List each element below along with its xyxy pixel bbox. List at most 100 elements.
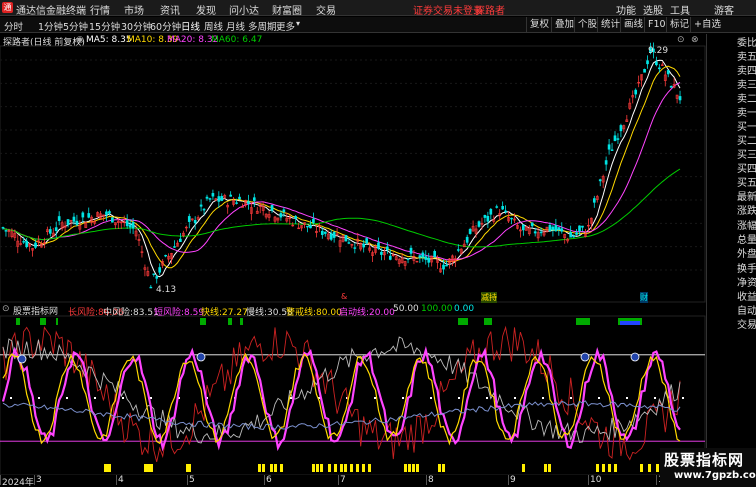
order-book-ask[interactable]: 卖三 (737, 80, 756, 91)
candle-body (569, 232, 572, 238)
date-label: 5 (189, 475, 195, 485)
signal-bar (350, 464, 353, 472)
candle-body (193, 220, 197, 224)
midline-dot (626, 397, 628, 399)
candle-body (669, 85, 673, 88)
stat-label[interactable]: 换手 (737, 264, 756, 275)
candle-body (202, 208, 206, 211)
watermark-url: www.7gpzb.com (674, 470, 756, 481)
candle-body (57, 216, 61, 221)
signal-bar (274, 464, 277, 472)
stat-label[interactable]: 总量 (737, 235, 756, 246)
midline-dot (598, 397, 600, 399)
order-ratio-label[interactable]: 委比 (737, 38, 756, 49)
indicator-settings-icon[interactable]: ⊙ (2, 304, 10, 314)
chart-canvas[interactable]: 9.008.508.007.507.006.506.005.505.004.50… (0, 0, 756, 487)
midline-dot (682, 397, 684, 399)
candle-body (456, 249, 460, 251)
event-marker-finance[interactable]: 财 (640, 292, 648, 303)
stat-label[interactable]: 收益 (737, 292, 756, 303)
signal-bar (312, 464, 315, 472)
indicator-item-label: 启动线: (339, 308, 370, 318)
candle-body (380, 251, 383, 255)
candle-body (205, 196, 209, 199)
candle-body (279, 213, 283, 218)
candle-body (386, 246, 389, 251)
date-label: 4 (118, 475, 124, 485)
candle-body (433, 251, 436, 258)
candle-body (365, 238, 368, 244)
candle-body (247, 201, 250, 204)
candle-body (501, 206, 504, 210)
candle-body (199, 204, 203, 207)
signal-bar (544, 464, 547, 472)
auto-trade-tab[interactable]: 自动 (737, 306, 756, 317)
order-book-bid[interactable]: 买一 (737, 122, 756, 133)
indicator-name: 股票指标网 (13, 307, 59, 317)
indicator-item: 短风险:8.59 (154, 305, 204, 318)
order-book-ask[interactable]: 卖五 (737, 52, 756, 63)
signal-bar (656, 464, 659, 472)
candle-body (607, 144, 611, 150)
stat-label[interactable]: 最新 (737, 192, 756, 203)
candle-body (554, 225, 558, 232)
ma60-line (2, 168, 681, 248)
order-book-ask[interactable]: 卖一 (737, 108, 756, 119)
date-tick (508, 475, 509, 485)
stat-label[interactable]: 涨幅 (737, 221, 756, 232)
order-book-bid[interactable]: 买四 (737, 164, 756, 175)
auto-trade-tab[interactable]: 交易 (737, 320, 756, 331)
order-book-bid[interactable]: 买三 (737, 150, 756, 161)
signal-bar (368, 464, 371, 472)
signal-bar (602, 464, 605, 472)
candle-body (164, 254, 167, 257)
stat-label[interactable]: 净资 (737, 278, 756, 289)
candle-body (34, 242, 37, 248)
candle-body (495, 206, 499, 208)
indicator-item-label: 长风险: (68, 308, 99, 318)
signal-bar (320, 464, 323, 472)
candle-body (578, 225, 581, 232)
candle-body (658, 67, 661, 70)
candle-body (362, 243, 366, 248)
candle-body (377, 242, 380, 249)
signal-block (240, 318, 243, 325)
candle-body (616, 138, 620, 140)
candle-body (643, 69, 646, 73)
order-book-ask[interactable]: 卖二 (737, 94, 756, 105)
candle-body (486, 215, 490, 222)
candle-body (128, 224, 132, 228)
midline-dot (486, 397, 488, 399)
indicator-extra-50: 50.00 (393, 304, 419, 314)
event-marker-reduce[interactable]: 减持 (481, 292, 497, 303)
event-marker-left[interactable]: & (341, 292, 347, 301)
candle-body (581, 225, 584, 228)
stat-label[interactable]: 涨跌 (737, 206, 756, 217)
indicator-item-label: 警戒线: (286, 308, 317, 318)
signal-bar (258, 464, 261, 472)
candle-body (270, 204, 274, 211)
candle-body (25, 240, 28, 248)
order-book-bid[interactable]: 买五 (737, 178, 756, 189)
date-tick (116, 475, 117, 485)
order-book-ask[interactable]: 卖四 (737, 66, 756, 77)
candle-body (646, 60, 649, 65)
candle-body (108, 211, 111, 214)
midline-dot (122, 397, 124, 399)
candle-body (252, 197, 256, 201)
candle-body (152, 273, 156, 275)
signal-bar (442, 464, 445, 472)
candle-body (179, 238, 182, 242)
signal-block (484, 318, 492, 325)
date-tick (34, 475, 35, 485)
main-chart-frame (0, 45, 706, 303)
candle-body (557, 227, 561, 230)
candle-body (238, 196, 241, 200)
signal-bar (404, 464, 407, 472)
date-label: 8 (428, 475, 434, 485)
candle-body (155, 276, 159, 279)
signal-bar (640, 464, 643, 472)
candle-body (598, 179, 602, 182)
stat-label[interactable]: 外盘 (737, 249, 756, 260)
order-book-bid[interactable]: 买二 (737, 136, 756, 147)
